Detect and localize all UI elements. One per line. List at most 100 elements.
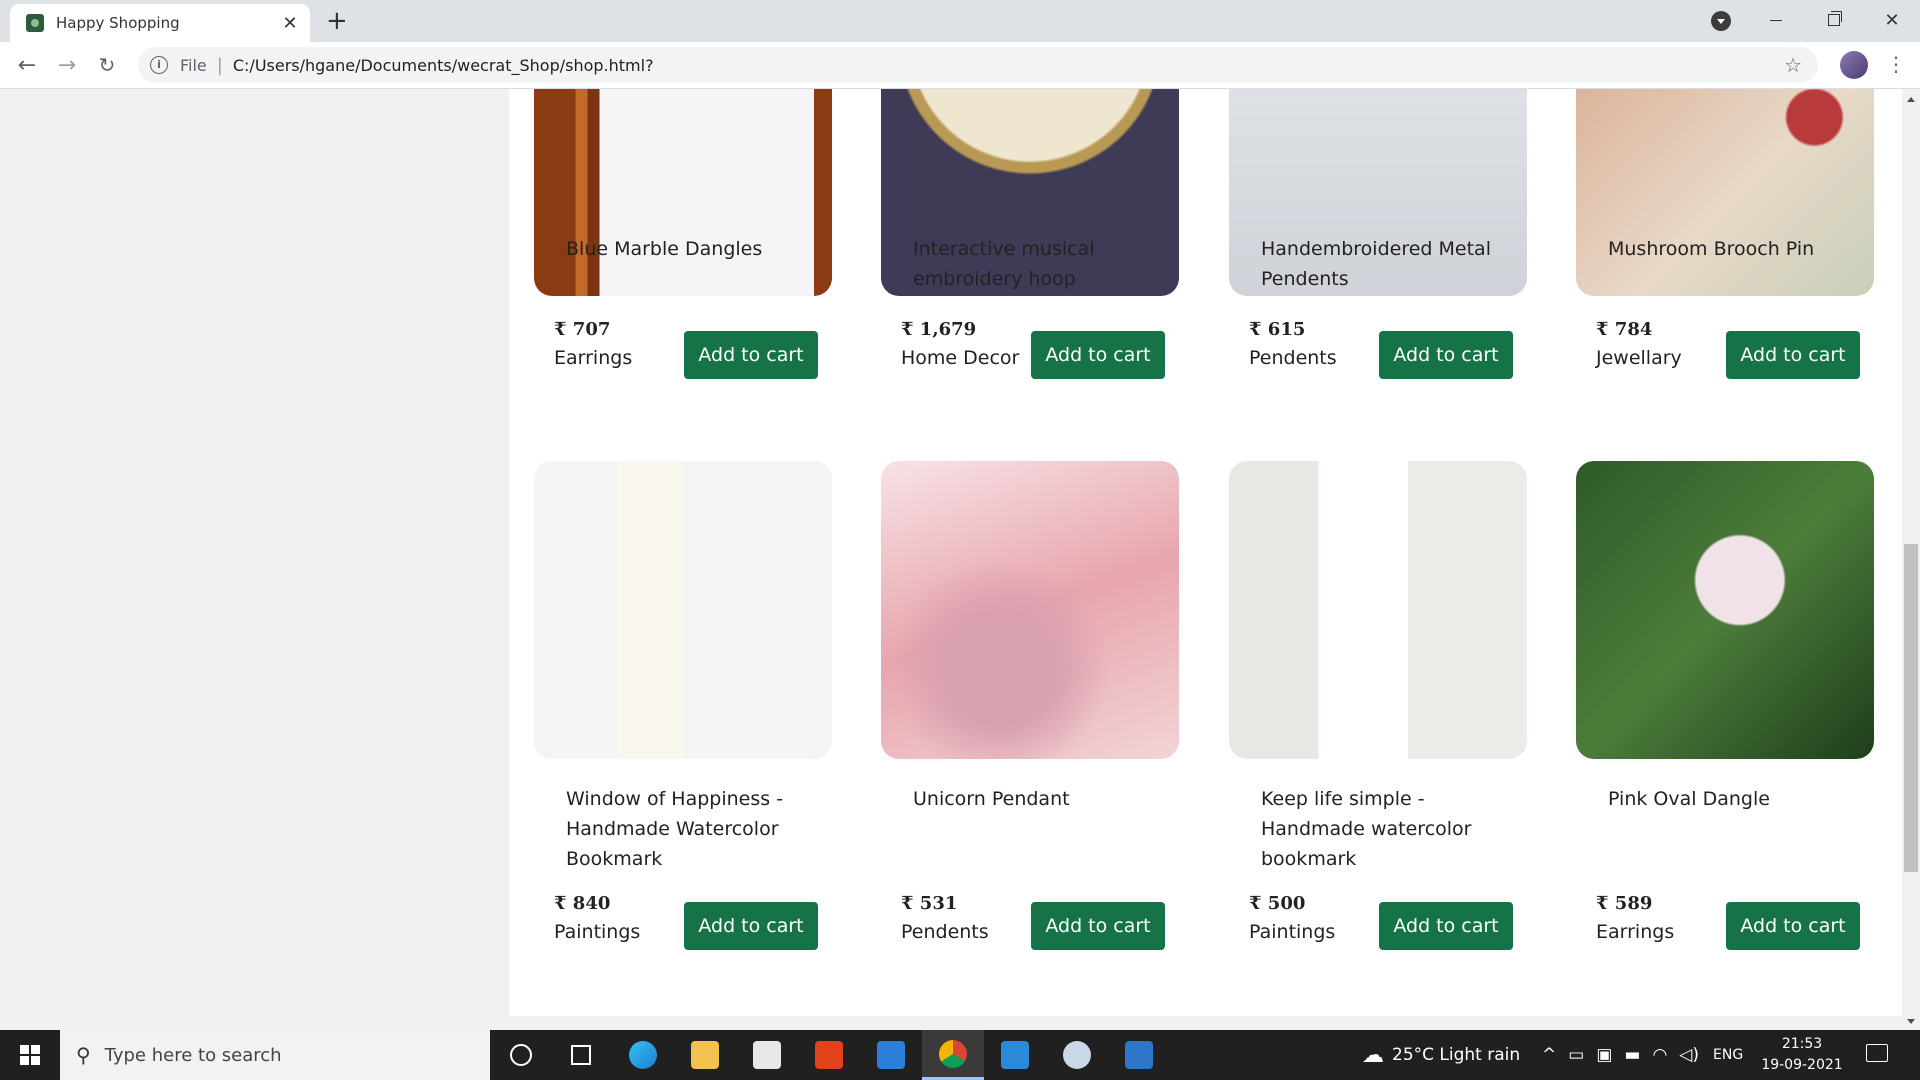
forward-arrow-icon[interactable]: → xyxy=(52,50,82,80)
profile-avatar[interactable] xyxy=(1840,51,1868,79)
product-name: Unicorn Pendant xyxy=(913,788,1070,810)
cloud-rain-icon: ☁ xyxy=(1362,1042,1384,1068)
edge-icon[interactable] xyxy=(612,1030,674,1080)
microsoft-store-icon[interactable] xyxy=(736,1030,798,1080)
product-price: ₹ 531 xyxy=(901,893,958,914)
product-name: Interactive musical embroidery hoop xyxy=(913,238,1095,290)
product-category: Pendents xyxy=(1249,347,1337,369)
wifi-icon[interactable]: ◠ xyxy=(1652,1045,1667,1065)
product-name: Pink Oval Dangle xyxy=(1608,788,1770,810)
address-scheme-label: File xyxy=(180,55,207,75)
back-arrow-icon[interactable]: ← xyxy=(12,50,42,80)
tab-close-icon[interactable]: ✕ xyxy=(276,13,304,34)
scroll-down-icon[interactable] xyxy=(1907,1019,1915,1024)
scroll-up-icon[interactable] xyxy=(1907,97,1915,102)
site-favicon-icon xyxy=(26,14,44,32)
vscode-icon[interactable] xyxy=(984,1030,1046,1080)
product-price: ₹ 500 xyxy=(1249,893,1306,914)
product-category: Earrings xyxy=(1596,921,1675,943)
tab-title: Happy Shopping xyxy=(56,14,180,32)
add-to-cart-button[interactable]: Add to cart xyxy=(1379,902,1513,950)
minimize-icon xyxy=(1770,19,1782,21)
browser-tab-strip: Happy Shopping ✕ + ✕ xyxy=(0,0,1920,42)
product-category: Paintings xyxy=(1249,921,1336,943)
weather-widget[interactable]: ☁ 25°C Light rain xyxy=(1362,1030,1520,1080)
tray-icons: ^ ▭ ▣ ▬ ◠ ◁) ENG xyxy=(1542,1030,1743,1080)
weather-text: 25°C Light rain xyxy=(1392,1045,1521,1065)
system-clock[interactable]: 21:53 19-09-2021 xyxy=(1756,1034,1848,1076)
page-viewport: Blue Marble Dangles ₹ 707 Earrings Add t… xyxy=(0,89,1902,1030)
cortana-icon[interactable] xyxy=(490,1030,552,1080)
product-grid: Blue Marble Dangles ₹ 707 Earrings Add t… xyxy=(509,89,1902,1016)
restore-icon xyxy=(1828,11,1842,26)
product-image[interactable] xyxy=(534,89,832,296)
taskbar-search-placeholder: Type here to search xyxy=(104,1044,282,1066)
product-image[interactable] xyxy=(1576,461,1874,759)
volume-icon[interactable]: ◁) xyxy=(1679,1045,1699,1065)
product-price: ₹ 589 xyxy=(1596,893,1653,914)
language-indicator[interactable]: ENG xyxy=(1713,1047,1743,1063)
notification-center-icon[interactable] xyxy=(1866,1044,1888,1062)
reload-icon[interactable]: ↻ xyxy=(92,50,122,80)
product-name: Blue Marble Dangles xyxy=(566,238,763,260)
add-to-cart-button[interactable]: Add to cart xyxy=(1379,331,1513,379)
add-to-cart-button[interactable]: Add to cart xyxy=(1726,331,1860,379)
browser-menu-icon[interactable]: ⋮ xyxy=(1886,52,1906,76)
product-name: Handembroidered Metal Pendents xyxy=(1261,238,1491,290)
file-explorer-icon[interactable] xyxy=(674,1030,736,1080)
product-price: ₹ 707 xyxy=(554,319,611,340)
address-bar[interactable]: i File | C:/Users/hgane/Documents/wecrat… xyxy=(138,47,1818,83)
product-category: Pendents xyxy=(901,921,989,943)
photos-icon[interactable] xyxy=(1108,1030,1170,1080)
mail-icon[interactable] xyxy=(860,1030,922,1080)
tab-search-dropdown-icon[interactable] xyxy=(1711,11,1731,31)
meet-now-icon[interactable]: ▭ xyxy=(1568,1045,1584,1065)
browser-tab[interactable]: Happy Shopping ✕ xyxy=(10,4,310,42)
taskbar-search-box[interactable]: ⚲ Type here to search xyxy=(60,1030,490,1080)
product-name: Window of Happiness - Handmade Watercolo… xyxy=(566,788,784,870)
product-image[interactable] xyxy=(534,461,832,759)
add-to-cart-button[interactable]: Add to cart xyxy=(684,331,818,379)
office-icon[interactable] xyxy=(798,1030,860,1080)
start-button[interactable] xyxy=(0,1030,60,1080)
product-price: ₹ 784 xyxy=(1596,319,1653,340)
clock-date: 19-09-2021 xyxy=(1761,1057,1843,1073)
windows-logo-icon xyxy=(20,1045,40,1065)
show-hidden-icons-icon[interactable]: ^ xyxy=(1542,1045,1556,1065)
taskbar: ⚲ Type here to search ☁ 25°C Light rain … xyxy=(0,1030,1920,1080)
add-to-cart-button[interactable]: Add to cart xyxy=(684,902,818,950)
task-view-icon[interactable] xyxy=(550,1030,612,1080)
chrome-icon[interactable] xyxy=(922,1030,984,1080)
product-price: ₹ 1,679 xyxy=(901,319,977,340)
product-name: Keep life simple - Handmade watercolor b… xyxy=(1261,788,1472,870)
camera-icon[interactable]: ▣ xyxy=(1596,1045,1612,1065)
paint-icon[interactable] xyxy=(1046,1030,1108,1080)
add-to-cart-button[interactable]: Add to cart xyxy=(1031,331,1165,379)
product-category: Jewellary xyxy=(1596,347,1682,369)
add-to-cart-button[interactable]: Add to cart xyxy=(1031,902,1165,950)
scrollbar-thumb[interactable] xyxy=(1904,544,1918,872)
address-url[interactable]: C:/Users/hgane/Documents/wecrat_Shop/sho… xyxy=(233,56,654,75)
page-scrollbar[interactable] xyxy=(1902,89,1920,1030)
product-category: Earrings xyxy=(554,347,633,369)
address-separator: | xyxy=(216,54,223,76)
minimize-button[interactable] xyxy=(1748,0,1804,40)
add-to-cart-button[interactable]: Add to cart xyxy=(1726,902,1860,950)
browser-toolbar: ← → ↻ i File | C:/Users/hgane/Documents/… xyxy=(0,42,1920,89)
product-price: ₹ 840 xyxy=(554,893,611,914)
product-image[interactable] xyxy=(881,461,1179,759)
site-info-icon[interactable]: i xyxy=(150,56,168,74)
new-tab-button[interactable]: + xyxy=(326,6,348,36)
battery-icon[interactable]: ▬ xyxy=(1624,1045,1640,1065)
bookmark-star-icon[interactable]: ☆ xyxy=(1784,53,1802,77)
product-name: Mushroom Brooch Pin xyxy=(1608,238,1815,260)
restore-button[interactable] xyxy=(1806,0,1862,40)
product-category: Paintings xyxy=(554,921,641,943)
product-category: Home Decor xyxy=(901,347,1020,369)
product-image[interactable] xyxy=(1576,89,1874,296)
search-icon: ⚲ xyxy=(76,1043,91,1067)
clock-time: 21:53 xyxy=(1781,1036,1823,1052)
product-price: ₹ 615 xyxy=(1249,319,1306,340)
close-window-button[interactable]: ✕ xyxy=(1864,0,1920,40)
product-image[interactable] xyxy=(1229,461,1527,759)
